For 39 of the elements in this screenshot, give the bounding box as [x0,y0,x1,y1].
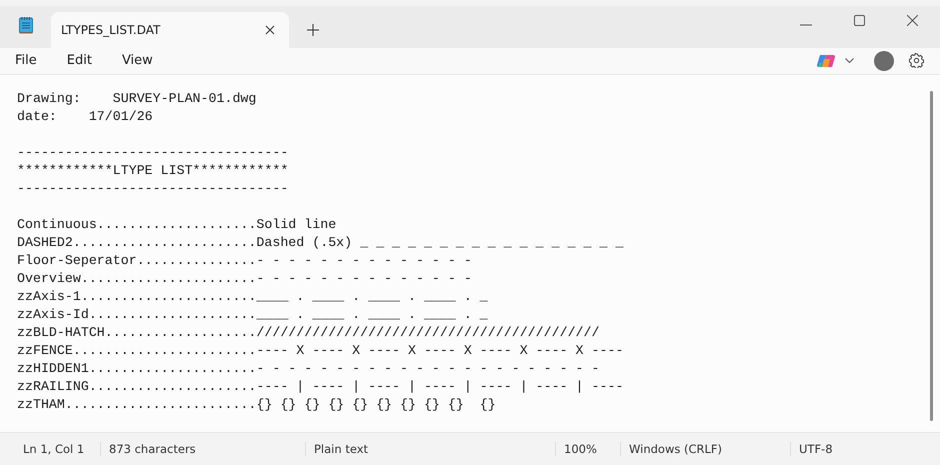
text-line: Floor-Seperator...............- - - - - - - - - - - - - - [17,252,473,270]
menu-item[interactable]: File [4,50,48,72]
text-line: ---------------------------------- [17,144,290,162]
text-line: DASHED2.......................Dashed (.5x) _ _ _ _ _ _ _ _ _ _ _ _ _ _ _ _ _ [17,234,624,252]
status-text: 873 characters [100,442,305,456]
text-line: zzRAILING.....................---- | ---- | ---- | ---- | ---- | ---- | ---- [17,378,624,396]
text-line: Overview......................- - - - - - - - - - - - - - [17,270,473,288]
chevron-down-icon[interactable] [845,58,854,64]
status-text: Ln 1, Col 1 [22,442,86,456]
status-text: 100% [555,442,620,456]
text-line: Continuous....................Solid line [17,216,338,234]
text-editor[interactable] [0,75,940,432]
text-line: zzHIDDEN1.....................- - - - - - - - - - - - - - - - - - - - - - [17,360,600,378]
text-line: ---------------------------------- [17,180,290,198]
status-text: Windows (CRLF) [620,442,790,456]
text-line: date: 17/01/26 [17,108,154,126]
tab-title: LTYPES_LIST.DAT [61,22,160,37]
close-icon[interactable] [265,24,275,35]
text-line: ************LTYPE LIST************ [17,162,290,180]
copilot-icon[interactable] [817,52,835,69]
close-icon[interactable] [907,14,918,26]
file-tab[interactable]: LTYPES_LIST.DAT [51,12,289,48]
text-line: zzTHAM........................{} {} {} {} {} {} {} {} {} {} [17,396,497,414]
menu-item[interactable]: View [110,50,164,72]
text-line: zzBLD-HATCH.................../////////////////////////////////////////// [17,324,600,342]
text-line: zzFENCE.......................---- X ---- X ---- X ---- X ---- X ---- X ---- [17,342,624,360]
notepad-icon [19,16,33,34]
scrollbar[interactable] [930,91,933,422]
minimize-icon[interactable] [800,24,812,26]
text-line: zzAxis-1......................____ . ____ . ____ . ____ . _ [17,288,489,306]
status-text: Plain text [305,442,555,456]
text-line: zzAxis-Id.....................____ . ____ . ____ . ____ . _ [17,306,489,324]
avatar[interactable] [874,50,894,71]
add-icon[interactable] [307,24,319,36]
status-text: UTF-8 [790,442,910,456]
menu-item[interactable]: Edit [56,50,103,72]
maximize-icon[interactable] [854,14,865,26]
text-line: Drawing: SURVEY-PLAN-01.dwg [17,90,258,108]
settings-icon[interactable] [909,53,924,68]
